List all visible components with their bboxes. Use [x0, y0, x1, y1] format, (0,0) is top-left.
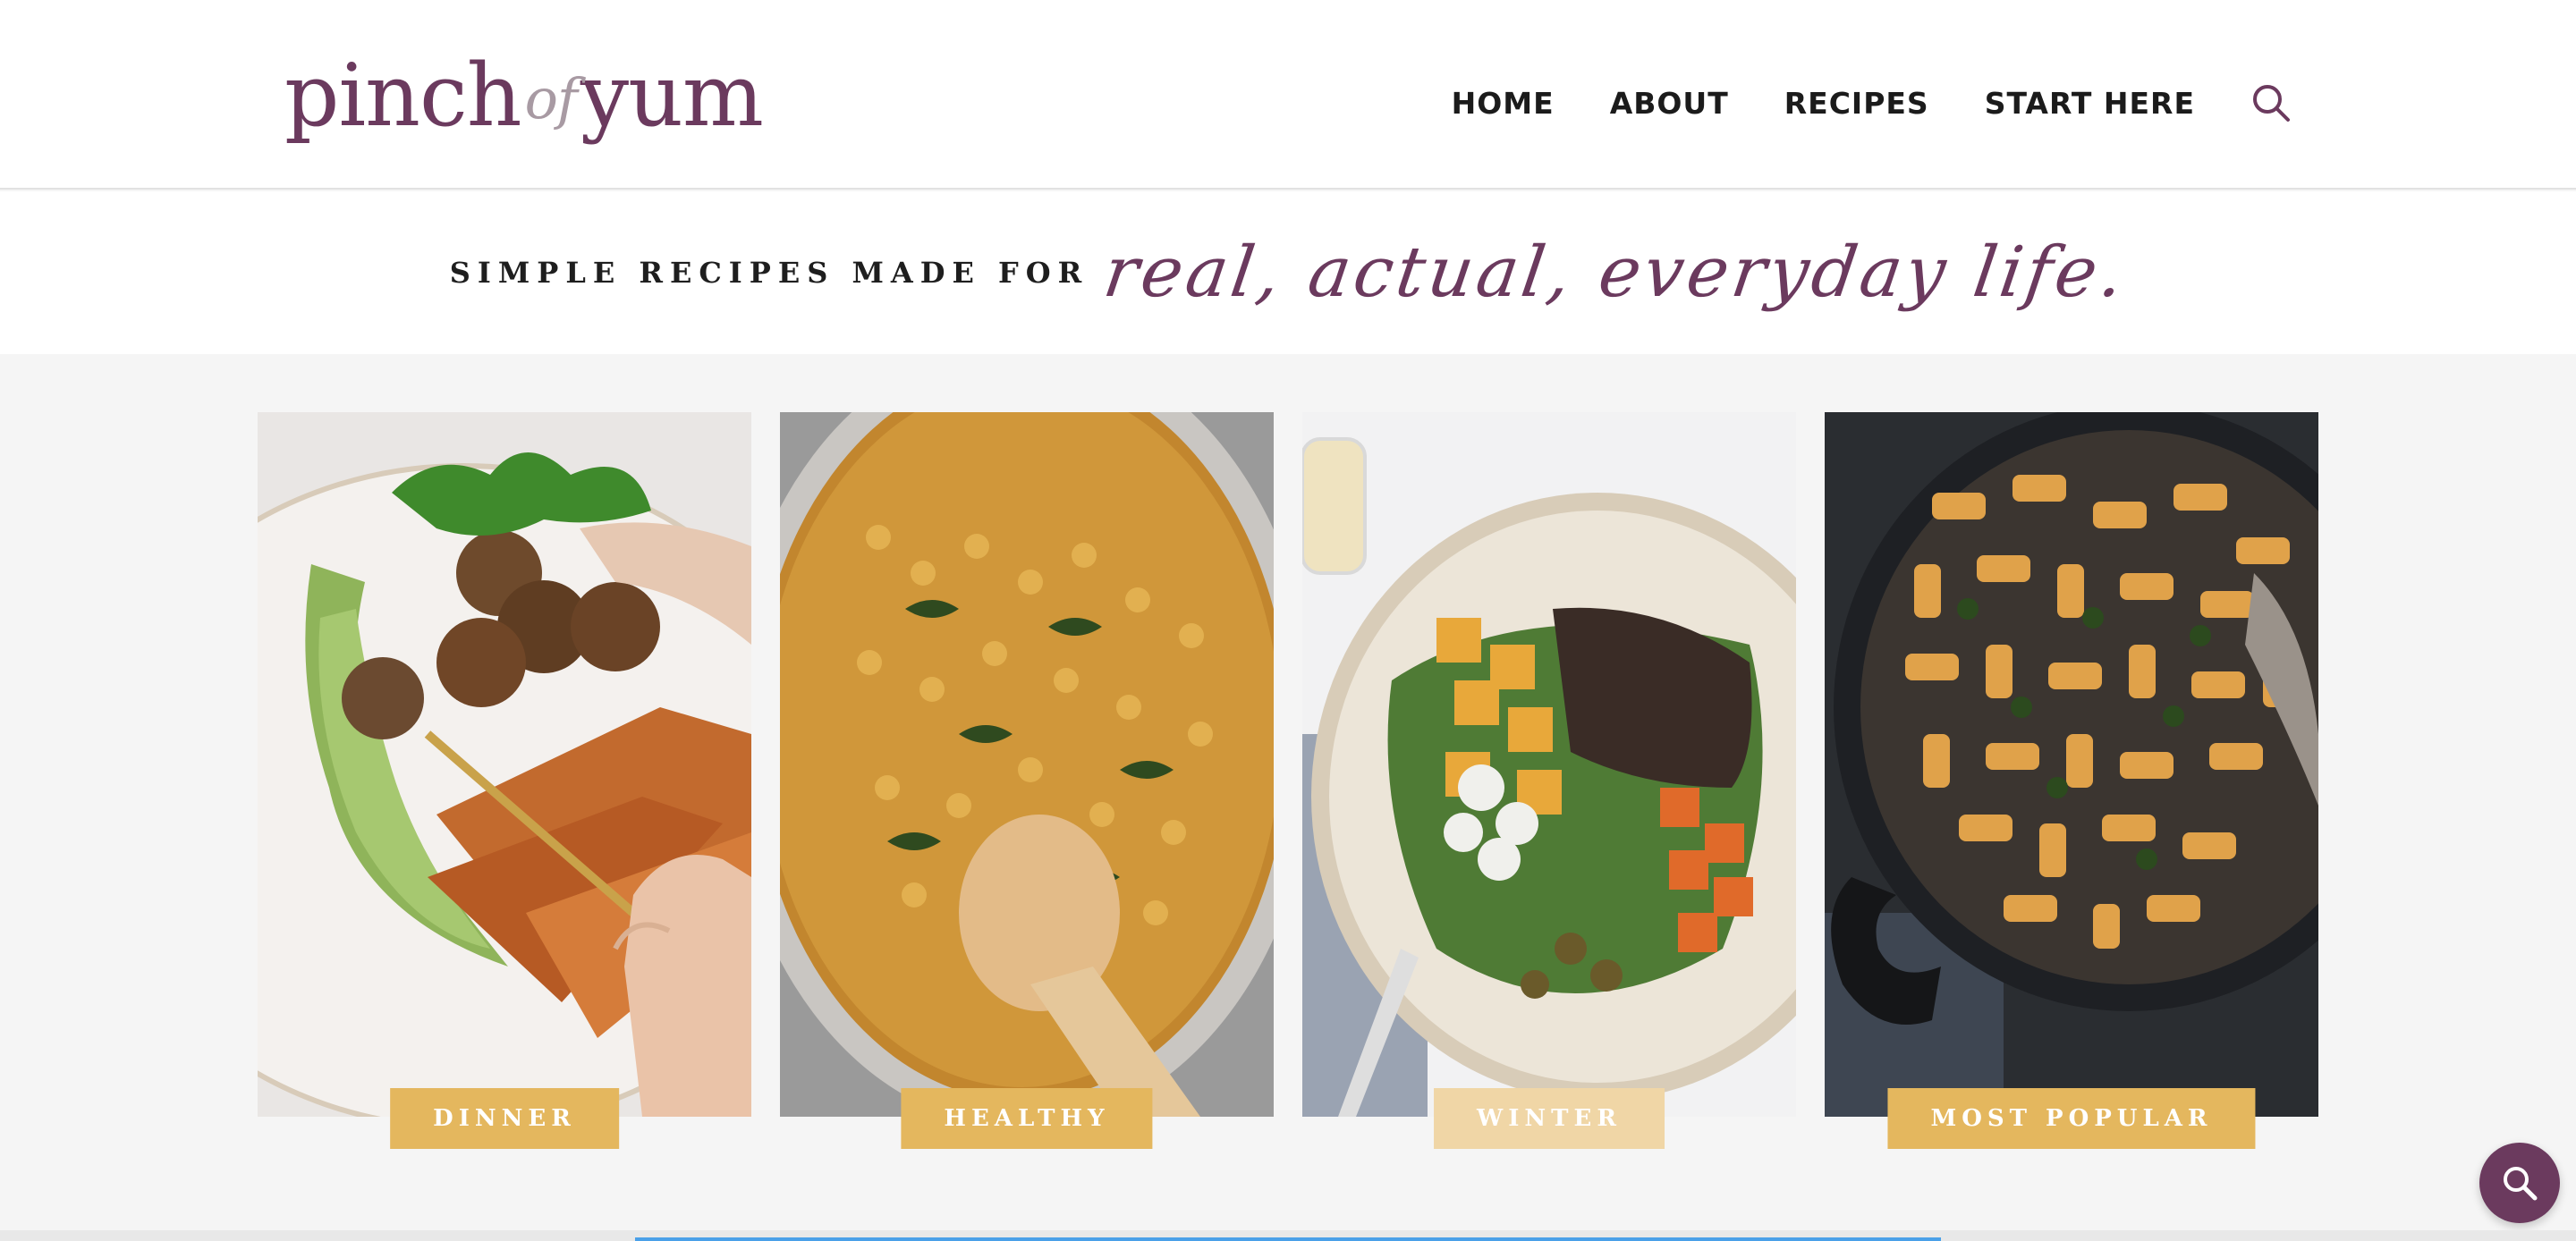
content-below-fold: [0, 1230, 2576, 1241]
floating-search-button[interactable]: [2479, 1143, 2560, 1223]
search-icon[interactable]: [2250, 82, 2292, 123]
category-label-winter[interactable]: WINTER: [1434, 1088, 1665, 1149]
highlight-bar: [635, 1237, 1941, 1241]
logo-pinch: pinch: [284, 46, 522, 146]
most-popular-image[interactable]: [1825, 412, 2318, 1117]
tagline-script: real, actual, everyday life.: [1098, 232, 2132, 313]
main-nav: HOME ABOUT RECIPES START HERE: [1452, 82, 2292, 123]
search-icon: [2504, 1167, 2538, 1201]
category-card-healthy[interactable]: HEALTHY: [780, 412, 1274, 1154]
category-label-most-popular[interactable]: MOST POPULAR: [1887, 1088, 2256, 1149]
category-label-dinner[interactable]: DINNER: [390, 1088, 619, 1149]
logo-text: pinchofyum: [284, 46, 764, 156]
logo-yum: yum: [580, 46, 764, 146]
category-cards: DINNER HEALTHY WINTER MOST POPULAR: [258, 412, 2318, 1154]
site-header: pinchofyum HOME ABOUT RECIPES START HERE: [0, 0, 2576, 190]
nav-start-here[interactable]: START HERE: [1985, 86, 2195, 121]
category-card-most-popular[interactable]: MOST POPULAR: [1825, 412, 2318, 1154]
logo-of: of: [524, 66, 578, 131]
nav-recipes[interactable]: RECIPES: [1784, 86, 1929, 121]
most-popular-label-text: MOST POPULAR: [1930, 1105, 2213, 1132]
dinner-label-text: DINNER: [433, 1105, 576, 1132]
tagline-caps: SIMPLE RECIPES MADE FOR: [449, 256, 1089, 290]
winter-image[interactable]: [1302, 412, 1796, 1117]
nav-about[interactable]: ABOUT: [1610, 86, 1729, 121]
category-card-dinner[interactable]: DINNER: [258, 412, 751, 1154]
category-label-healthy[interactable]: HEALTHY: [901, 1088, 1153, 1149]
nav-home[interactable]: HOME: [1452, 86, 1555, 121]
site-logo[interactable]: pinchofyum: [284, 46, 764, 163]
healthy-image[interactable]: [780, 412, 1274, 1117]
healthy-label-text: HEALTHY: [944, 1105, 1110, 1132]
tagline-banner: SIMPLE RECIPES MADE FOR real, actual, ev…: [0, 191, 2576, 354]
winter-label-text: WINTER: [1477, 1105, 1622, 1132]
category-card-winter[interactable]: WINTER: [1302, 412, 1796, 1154]
dinner-image[interactable]: [258, 412, 751, 1117]
